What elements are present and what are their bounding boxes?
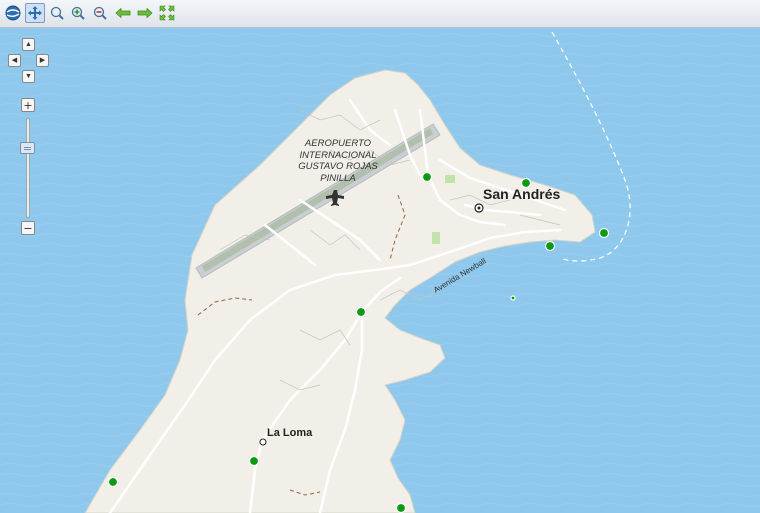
- history-back-icon: [115, 7, 131, 19]
- airport-label: AEROPUERTO INTERNACIONAL GUSTAVO ROJAS P…: [278, 138, 398, 184]
- history-forward-button[interactable]: [135, 3, 155, 23]
- city-marker[interactable]: [474, 203, 484, 213]
- poi-marker[interactable]: [395, 502, 407, 513]
- airport-label-line: PINILLA: [320, 172, 356, 184]
- town-label: La Loma: [267, 427, 313, 439]
- poi-marker[interactable]: [510, 295, 516, 301]
- pan-right-button[interactable]: ▶: [36, 54, 49, 67]
- pan-left-button[interactable]: ◀: [8, 54, 21, 67]
- airport-label-line: INTERNACIONAL: [299, 149, 377, 161]
- globe-icon: [5, 5, 21, 21]
- zoom-extent-icon: [159, 5, 175, 21]
- city-label: San Andrés: [483, 186, 561, 202]
- zoom-slider-thumb[interactable]: [20, 141, 35, 154]
- zoom-extent-button[interactable]: [157, 3, 177, 23]
- history-forward-icon: [137, 7, 153, 19]
- zoom-box-icon: [50, 6, 64, 20]
- pan-up-button[interactable]: ▲: [22, 38, 35, 51]
- pan-button[interactable]: [25, 3, 45, 23]
- history-back-button[interactable]: [113, 3, 133, 23]
- globe-button[interactable]: [3, 3, 23, 23]
- poi-marker[interactable]: [355, 306, 367, 318]
- map-canvas[interactable]: [0, 0, 760, 513]
- poi-marker[interactable]: [107, 476, 119, 488]
- zoom-out-button[interactable]: [90, 3, 110, 23]
- map-toolbar: [0, 0, 760, 28]
- zoom-box-button[interactable]: [47, 3, 67, 23]
- zoom-in-button[interactable]: [68, 3, 88, 23]
- zoom-out-icon: [93, 6, 107, 20]
- zoom-in-icon: [71, 6, 85, 20]
- airport-label-line: AEROPUERTO: [304, 138, 372, 149]
- zoom-slider-track[interactable]: [26, 118, 30, 218]
- town-marker[interactable]: [259, 438, 267, 446]
- zoom-in-slider-button[interactable]: +: [21, 98, 35, 112]
- airport-label-line: GUSTAVO ROJAS: [298, 161, 378, 172]
- park: [432, 232, 440, 244]
- poi-marker[interactable]: [598, 227, 610, 239]
- pan-icon: [28, 6, 42, 20]
- poi-marker[interactable]: [248, 455, 260, 467]
- poi-marker[interactable]: [421, 171, 433, 183]
- pan-down-button[interactable]: ▼: [22, 70, 35, 83]
- zoom-out-slider-button[interactable]: −: [21, 221, 35, 235]
- poi-marker[interactable]: [544, 240, 556, 252]
- park: [445, 175, 455, 183]
